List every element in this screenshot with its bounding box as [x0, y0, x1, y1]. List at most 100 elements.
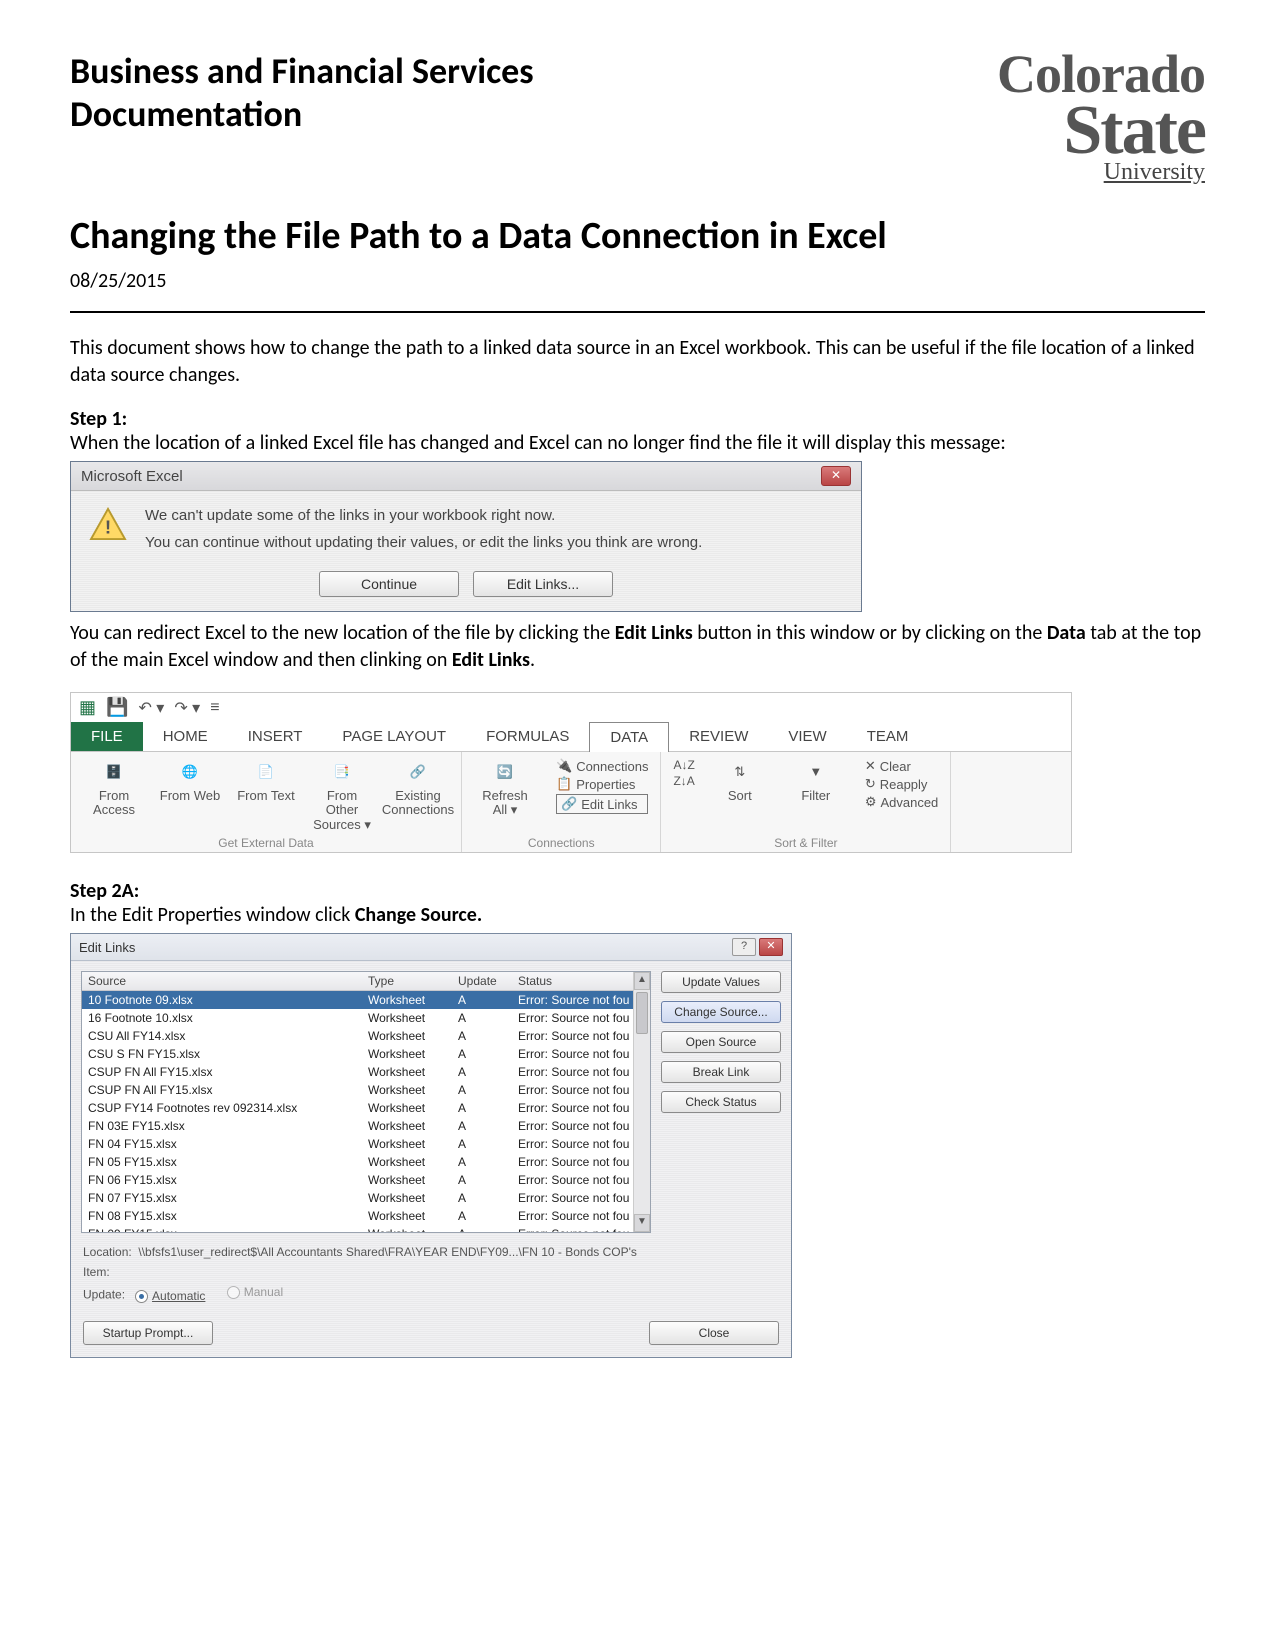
- tab-insert[interactable]: INSERT: [228, 722, 323, 751]
- cell-status: Error: Source not fou: [518, 1209, 644, 1223]
- link-row[interactable]: CSU S FN FY15.xlsxWorksheetAError: Sourc…: [82, 1045, 650, 1063]
- redo-icon[interactable]: ↷ ▾: [174, 698, 200, 718]
- scroll-down-icon[interactable]: ▼: [634, 1214, 650, 1232]
- edit-links-button[interactable]: Edit Links...: [473, 571, 613, 597]
- bold-edit-links-2: Edit Links: [452, 648, 530, 672]
- from-text-button[interactable]: 📄From Text: [235, 758, 297, 803]
- links-listbox[interactable]: Source Type Update Status 10 Footnote 09…: [81, 971, 651, 1233]
- cell-status: Error: Source not fou: [518, 1047, 644, 1061]
- sort-button[interactable]: ⇅Sort: [709, 758, 771, 803]
- tab-data[interactable]: DATA: [589, 722, 669, 752]
- lbl: Filter: [801, 789, 830, 803]
- link-row[interactable]: FN 09 FY15.xlsxWorksheetAError: Source n…: [82, 1225, 650, 1233]
- lbl: Reapply: [880, 777, 928, 792]
- update-automatic-radio[interactable]: Automatic: [135, 1289, 205, 1303]
- bold-data: Data: [1047, 621, 1086, 645]
- tab-review[interactable]: REVIEW: [669, 722, 768, 751]
- clear-button[interactable]: ✕ Clear: [865, 758, 938, 774]
- qat-more-icon[interactable]: ≡: [210, 699, 219, 717]
- link-row[interactable]: 16 Footnote 10.xlsxWorksheetAError: Sour…: [82, 1009, 650, 1027]
- link-row[interactable]: 10 Footnote 09.xlsxWorksheetAError: Sour…: [82, 991, 650, 1009]
- txt: In the Edit Properties window click: [70, 903, 355, 927]
- csu-logo: Colorado State University: [997, 50, 1205, 183]
- cell-update: A: [458, 1083, 518, 1097]
- cell-status: Error: Source not fou: [518, 1011, 644, 1025]
- tab-formulas[interactable]: FORMULAS: [466, 722, 589, 751]
- link-row[interactable]: FN 08 FY15.xlsxWorksheetAError: Source n…: [82, 1207, 650, 1225]
- cell-status: Error: Source not fou: [518, 1083, 644, 1097]
- startup-prompt-button[interactable]: Startup Prompt...: [83, 1321, 213, 1345]
- link-row[interactable]: FN 04 FY15.xlsxWorksheetAError: Source n…: [82, 1135, 650, 1153]
- continue-button[interactable]: Continue: [319, 571, 459, 597]
- link-row[interactable]: FN 06 FY15.xlsxWorksheetAError: Source n…: [82, 1171, 650, 1189]
- svg-text:!: !: [105, 518, 111, 539]
- reapply-button[interactable]: ↻ Reapply: [865, 776, 938, 792]
- lbl: From Web: [160, 789, 220, 803]
- lbl: Properties: [576, 777, 635, 792]
- edit-links-ribbon-button[interactable]: 🔗 Edit Links: [556, 794, 648, 814]
- advanced-button[interactable]: ⚙ Advanced: [865, 794, 938, 810]
- existing-connections-button[interactable]: 🔗Existing Connections: [387, 758, 449, 818]
- lbl: Advanced: [880, 795, 938, 810]
- open-source-button[interactable]: Open Source: [661, 1031, 781, 1053]
- cell-status: Error: Source not fou: [518, 1173, 644, 1187]
- from-other-button[interactable]: 📑From Other Sources ▾: [311, 758, 373, 832]
- update-values-button[interactable]: Update Values: [661, 971, 781, 993]
- update-manual-radio[interactable]: Manual: [227, 1285, 283, 1299]
- close-icon[interactable]: ✕: [821, 466, 851, 486]
- cell-source: 16 Footnote 10.xlsx: [88, 1011, 368, 1025]
- item-label: Item:: [83, 1265, 110, 1279]
- from-web-button[interactable]: 🌐From Web: [159, 758, 221, 803]
- cell-type: Worksheet: [368, 1065, 458, 1079]
- sort-az-button[interactable]: A↓Z: [673, 758, 694, 772]
- lbl: Manual: [244, 1285, 283, 1299]
- properties-button[interactable]: 📋 Properties: [556, 776, 648, 792]
- step1-text: When the location of a linked Excel file…: [70, 431, 1205, 455]
- tab-home[interactable]: HOME: [143, 722, 228, 751]
- from-access-button[interactable]: 🗄️From Access: [83, 758, 145, 818]
- refresh-all-button[interactable]: 🔄Refresh All ▾: [474, 758, 536, 818]
- sort-za-button[interactable]: Z↓A: [673, 774, 694, 788]
- doc-date: 08/25/2015: [70, 269, 1205, 293]
- vertical-scrollbar[interactable]: ▲ ▼: [633, 972, 650, 1232]
- lbl: Existing Connections: [382, 789, 454, 818]
- link-row[interactable]: FN 03E FY15.xlsxWorksheetAError: Source …: [82, 1117, 650, 1135]
- undo-icon[interactable]: ↶ ▾: [138, 698, 164, 718]
- check-status-button[interactable]: Check Status: [661, 1091, 781, 1113]
- edit-links-title: Edit Links: [79, 940, 135, 955]
- cell-status: Error: Source not fou: [518, 1155, 644, 1169]
- txt: .: [530, 648, 535, 672]
- bold-edit-links: Edit Links: [615, 621, 693, 645]
- tab-view[interactable]: VIEW: [768, 722, 846, 751]
- tab-team[interactable]: TEAM: [847, 722, 929, 751]
- cell-source: FN 06 FY15.xlsx: [88, 1173, 368, 1187]
- cell-status: Error: Source not fou: [518, 1119, 644, 1133]
- connections-button[interactable]: 🔌 Connections: [556, 758, 648, 774]
- link-row[interactable]: FN 07 FY15.xlsxWorksheetAError: Source n…: [82, 1189, 650, 1207]
- excel-ribbon: ▦ 💾 ↶ ▾ ↷ ▾ ≡ FILE HOME INSERT PAGE LAYO…: [70, 692, 1072, 853]
- help-icon[interactable]: ?: [732, 938, 756, 956]
- save-icon[interactable]: 💾: [106, 697, 128, 718]
- lbl: Sort: [728, 789, 752, 803]
- scroll-up-icon[interactable]: ▲: [634, 972, 650, 990]
- link-row[interactable]: CSUP FN All FY15.xlsxWorksheetAError: So…: [82, 1081, 650, 1099]
- cell-source: FN 03E FY15.xlsx: [88, 1119, 368, 1133]
- close-button[interactable]: Close: [649, 1321, 779, 1345]
- filter-button[interactable]: ▼Filter: [785, 758, 847, 803]
- col-type: Type: [368, 974, 458, 988]
- cell-update: A: [458, 1101, 518, 1115]
- link-row[interactable]: CSUP FY14 Footnotes rev 092314.xlsxWorks…: [82, 1099, 650, 1117]
- cell-type: Worksheet: [368, 993, 458, 1007]
- after-dialog-text: You can redirect Excel to the new locati…: [70, 620, 1205, 674]
- step2a-label: Step 2A:: [70, 879, 1205, 903]
- close-icon[interactable]: ✕: [759, 938, 783, 956]
- link-row[interactable]: FN 05 FY15.xlsxWorksheetAError: Source n…: [82, 1153, 650, 1171]
- tab-page-layout[interactable]: PAGE LAYOUT: [322, 722, 466, 751]
- cell-type: Worksheet: [368, 1029, 458, 1043]
- link-row[interactable]: CSUP FN All FY15.xlsxWorksheetAError: So…: [82, 1063, 650, 1081]
- tab-file[interactable]: FILE: [71, 722, 143, 751]
- link-row[interactable]: CSU All FY14.xlsxWorksheetAError: Source…: [82, 1027, 650, 1045]
- scroll-thumb[interactable]: [636, 992, 648, 1034]
- change-source-button[interactable]: Change Source...: [661, 1001, 781, 1023]
- break-link-button[interactable]: Break Link: [661, 1061, 781, 1083]
